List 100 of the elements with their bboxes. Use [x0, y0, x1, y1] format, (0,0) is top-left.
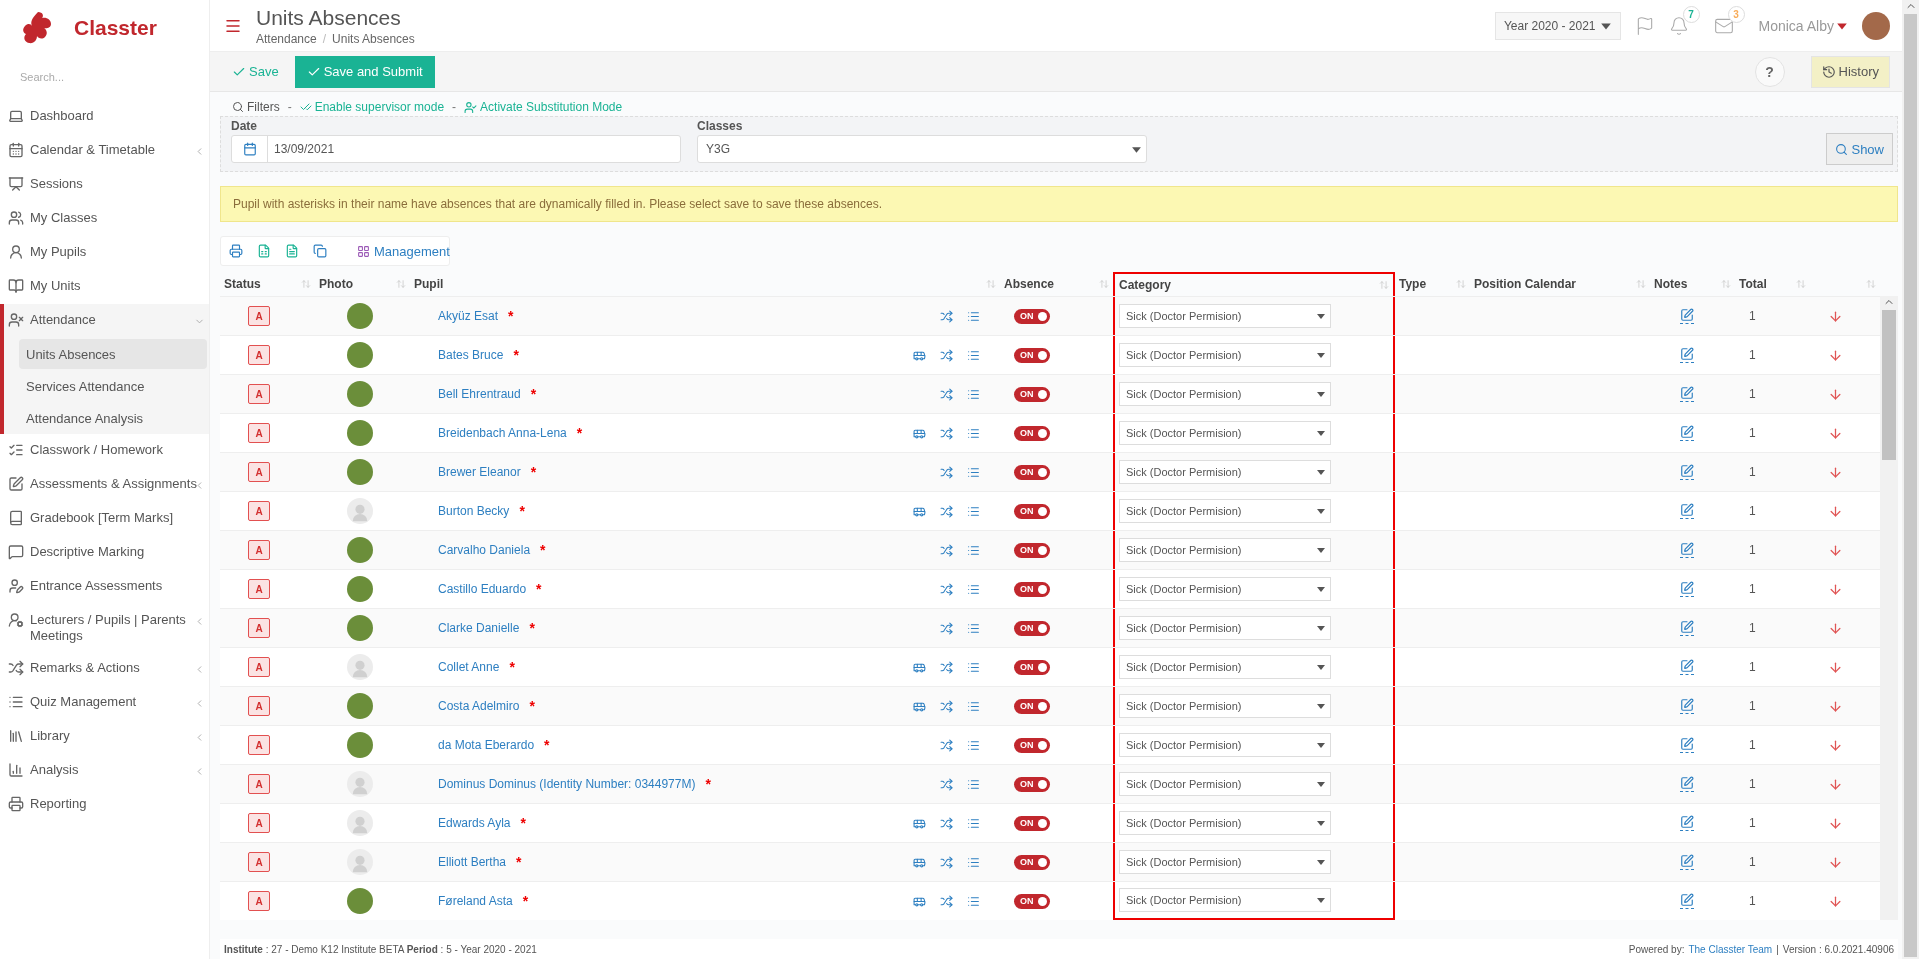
arrow-down-icon[interactable] — [1828, 815, 1843, 831]
notes-edit-button[interactable] — [1680, 698, 1694, 714]
pupil-link[interactable]: Costa Adelmiro — [438, 699, 520, 713]
pupil-link[interactable]: Elliott Bertha — [438, 855, 507, 869]
sidebar-item[interactable]: Assessments & Assignments — [4, 468, 209, 502]
shuffle-icon[interactable] — [940, 738, 953, 752]
category-select[interactable]: Sick (Doctor Permision) — [1119, 577, 1331, 601]
notes-edit-button[interactable] — [1680, 854, 1694, 870]
list-icon[interactable] — [967, 348, 980, 362]
pupil-link[interactable]: Edwards Ayla — [438, 816, 511, 830]
shuffle-icon[interactable] — [940, 582, 953, 596]
shuffle-icon[interactable] — [940, 348, 953, 362]
shuffle-icon[interactable] — [940, 894, 953, 908]
arrow-down-icon[interactable] — [1828, 503, 1843, 519]
classes-select[interactable]: Y3G — [697, 135, 1147, 163]
arrow-down-icon[interactable] — [1828, 698, 1843, 714]
arrow-down-icon[interactable] — [1828, 659, 1843, 675]
absence-toggle[interactable]: ON — [1014, 503, 1050, 519]
shuffle-icon[interactable] — [940, 465, 953, 479]
absence-toggle[interactable]: ON — [1014, 659, 1050, 675]
list-icon[interactable] — [967, 621, 980, 635]
show-button[interactable]: Show — [1826, 133, 1893, 165]
arrow-down-icon[interactable] — [1828, 854, 1843, 870]
list-icon[interactable] — [967, 777, 980, 791]
category-select[interactable]: Sick (Doctor Permision) — [1119, 655, 1331, 679]
sidebar-item[interactable]: Gradebook [Term Marks] — [4, 502, 209, 536]
notes-edit-button[interactable] — [1680, 620, 1694, 636]
column-header[interactable]: Pupil — [414, 277, 444, 291]
shuffle-icon[interactable] — [940, 855, 953, 869]
shuffle-icon[interactable] — [940, 426, 953, 440]
sidebar-item[interactable]: Attendance — [4, 304, 209, 338]
sidebar-item[interactable]: Entrance Assessments — [4, 570, 209, 604]
absence-toggle[interactable]: ON — [1014, 776, 1050, 792]
submenu-item[interactable]: Services Attendance — [19, 371, 207, 401]
pupil-link[interactable]: Clarke Danielle — [438, 621, 520, 635]
category-select[interactable]: Sick (Doctor Permision) — [1119, 733, 1331, 757]
category-select[interactable]: Sick (Doctor Permision) — [1119, 538, 1331, 562]
sidebar-item[interactable]: Remarks & Actions — [4, 652, 209, 686]
absence-toggle[interactable]: ON — [1014, 620, 1050, 636]
absence-toggle[interactable]: ON — [1014, 347, 1050, 363]
category-select[interactable]: Sick (Doctor Permision) — [1119, 811, 1331, 835]
category-select[interactable]: Sick (Doctor Permision) — [1119, 421, 1331, 445]
arrow-down-icon[interactable] — [1828, 737, 1843, 753]
notes-edit-button[interactable] — [1680, 386, 1694, 402]
arrow-down-icon[interactable] — [1828, 542, 1843, 558]
list-icon[interactable] — [967, 660, 980, 674]
notes-edit-button[interactable] — [1680, 542, 1694, 558]
shuffle-icon[interactable] — [940, 816, 953, 830]
list-icon[interactable] — [967, 465, 980, 479]
submenu-item[interactable]: Attendance Analysis — [19, 403, 207, 433]
absence-toggle[interactable]: ON — [1014, 542, 1050, 558]
arrow-down-icon[interactable] — [1828, 620, 1843, 636]
help-button[interactable]: ? — [1754, 56, 1785, 87]
category-select[interactable]: Sick (Doctor Permision) — [1119, 888, 1331, 912]
sidebar-item[interactable]: Dashboard — [4, 100, 209, 134]
column-header[interactable]: Type — [1399, 277, 1427, 291]
column-header[interactable]: Photo — [319, 277, 353, 291]
arrow-down-icon[interactable] — [1828, 425, 1843, 441]
pupil-link[interactable]: da Mota Eberardo — [438, 738, 535, 752]
notes-edit-button[interactable] — [1680, 893, 1694, 909]
bell-icon[interactable] — [1668, 15, 1689, 36]
list-icon[interactable] — [967, 426, 980, 440]
pupil-link[interactable]: Føreland Asta — [438, 894, 513, 908]
team-link[interactable]: The Classter Team — [1688, 943, 1773, 955]
absence-toggle[interactable]: ON — [1014, 854, 1050, 870]
arrow-down-icon[interactable] — [1828, 308, 1843, 324]
category-select[interactable]: Sick (Doctor Permision) — [1119, 850, 1331, 874]
absence-toggle[interactable]: ON — [1014, 581, 1050, 597]
arrow-down-icon[interactable] — [1828, 776, 1843, 792]
shuffle-icon[interactable] — [940, 504, 953, 518]
notes-edit-button[interactable] — [1680, 737, 1694, 753]
sidebar-item[interactable]: Lecturers / Pupils | Parents Meetings — [4, 604, 209, 652]
absence-toggle[interactable]: ON — [1014, 698, 1050, 714]
notes-edit-button[interactable] — [1680, 776, 1694, 792]
category-select[interactable]: Sick (Doctor Permision) — [1119, 694, 1331, 718]
column-header[interactable]: Status — [224, 277, 261, 291]
category-select[interactable]: Sick (Doctor Permision) — [1119, 616, 1331, 640]
year-select[interactable]: Year 2020 - 2021 — [1494, 11, 1621, 40]
list-icon[interactable] — [967, 699, 980, 713]
absence-toggle[interactable]: ON — [1014, 425, 1050, 441]
list-icon[interactable] — [967, 582, 980, 596]
pupil-link[interactable]: Carvalho Daniela — [438, 543, 531, 557]
list-icon[interactable] — [967, 504, 980, 518]
list-icon[interactable] — [967, 309, 980, 323]
category-select[interactable]: Sick (Doctor Permision) — [1119, 460, 1331, 484]
arrow-down-icon[interactable] — [1828, 386, 1843, 402]
absence-toggle[interactable]: ON — [1014, 815, 1050, 831]
sidebar-item[interactable]: Reporting — [4, 788, 209, 822]
sidebar-item[interactable]: Quiz Management — [4, 686, 209, 720]
absence-toggle[interactable]: ON — [1014, 464, 1050, 480]
column-header[interactable]: Category — [1119, 278, 1171, 292]
submenu-item[interactable]: Units Absences — [19, 339, 207, 369]
arrow-down-icon[interactable] — [1828, 893, 1843, 909]
management-button[interactable]: Management — [357, 243, 450, 259]
pupil-link[interactable]: Castillo Eduardo — [438, 582, 527, 596]
shuffle-icon[interactable] — [940, 699, 953, 713]
sidebar-item[interactable]: My Classes — [4, 202, 209, 236]
pupil-link[interactable]: Collet Anne — [438, 660, 500, 674]
list-icon[interactable] — [967, 543, 980, 557]
category-select[interactable]: Sick (Doctor Permision) — [1119, 304, 1331, 328]
